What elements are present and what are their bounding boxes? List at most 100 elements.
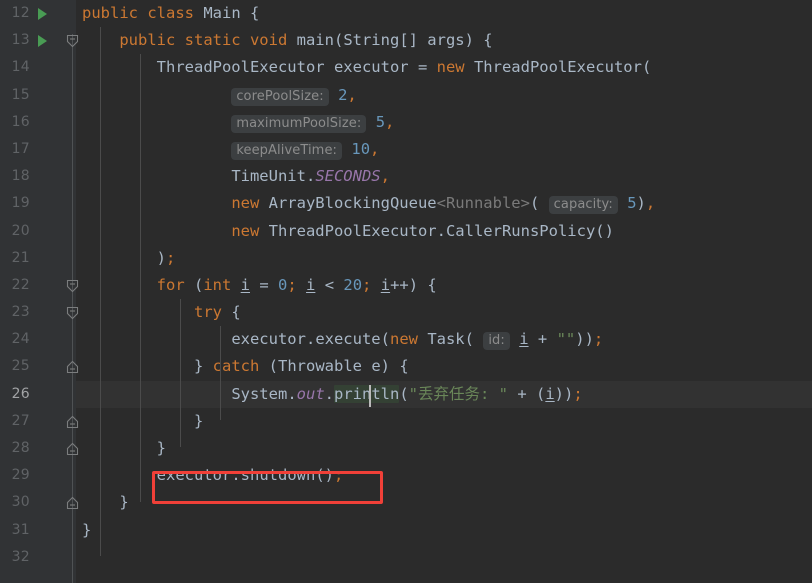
- code-line-text: corePoolSize: 2,: [82, 82, 357, 110]
- line-number: 18: [11, 168, 30, 185]
- gutter-row[interactable]: 14: [0, 54, 76, 81]
- code-line[interactable]: executor.shutdown();: [76, 462, 812, 489]
- code-line[interactable]: [76, 544, 812, 571]
- fold-start-icon[interactable]: [66, 279, 79, 293]
- line-number: 32: [11, 548, 30, 565]
- code-line-text: new ThreadPoolExecutor.CallerRunsPolicy(…: [231, 221, 614, 240]
- code-line[interactable]: public class Main {: [76, 0, 812, 27]
- code-line[interactable]: }: [76, 408, 812, 435]
- fold-end-icon[interactable]: [66, 415, 79, 429]
- indent-guide: [220, 326, 221, 420]
- code-editor[interactable]: 12 13 14 15 16 17 18 19 20 21 22 23 24 2…: [0, 0, 812, 583]
- indent-guide: [180, 299, 181, 447]
- code-line-text: keepAliveTime: 10,: [82, 136, 379, 164]
- code-line[interactable]: }: [76, 489, 812, 516]
- gutter-row-current[interactable]: 26: [0, 381, 76, 408]
- code-line[interactable]: corePoolSize: 2,: [76, 82, 812, 109]
- line-number: 27: [11, 412, 30, 429]
- gutter-row[interactable]: 17: [0, 136, 76, 163]
- fold-end-icon[interactable]: [66, 496, 79, 510]
- line-number: 20: [11, 222, 30, 239]
- gutter-row[interactable]: 27: [0, 408, 79, 435]
- code-line-text: );: [82, 248, 176, 267]
- inlay-hint[interactable]: keepAliveTime:: [231, 141, 343, 160]
- gutter-row[interactable]: 30: [0, 489, 79, 516]
- code-line[interactable]: } catch (Throwable e) {: [76, 353, 812, 380]
- gutter-row[interactable]: 29: [0, 462, 76, 489]
- code-line[interactable]: try {: [76, 299, 812, 326]
- gutter-row[interactable]: 32: [0, 544, 76, 571]
- code-line-text: }: [82, 493, 129, 512]
- gutter-row[interactable]: 16: [0, 109, 76, 136]
- line-number: 24: [11, 331, 30, 348]
- code-line[interactable]: maximumPoolSize: 5,: [76, 109, 812, 136]
- gutter-row[interactable]: 21: [0, 245, 76, 272]
- code-line-text: new ArrayBlockingQueue<Runnable>( capaci…: [231, 194, 656, 215]
- indent-guide: [100, 27, 101, 556]
- fold-end-icon[interactable]: [66, 442, 79, 456]
- fold-rail: [72, 296, 73, 516]
- code-line[interactable]: ThreadPoolExecutor executor = new Thread…: [76, 54, 812, 81]
- gutter-row[interactable]: 13: [0, 27, 79, 54]
- run-gutter-icon[interactable]: [38, 8, 47, 20]
- line-number: 17: [11, 140, 30, 157]
- code-line-current[interactable]: System.out.println("丢弃任务: " + (i));: [76, 380, 812, 408]
- code-line[interactable]: executor.execute(new Task( id: i + ""));: [76, 326, 812, 353]
- gutter-row[interactable]: 24: [0, 326, 76, 353]
- code-line[interactable]: TimeUnit.SECONDS,: [76, 163, 812, 190]
- line-number: 19: [11, 195, 30, 212]
- line-number: 15: [11, 86, 30, 103]
- gutter-row[interactable]: 28: [0, 435, 79, 462]
- inlay-hint[interactable]: id:: [483, 332, 510, 351]
- fold-rail: [72, 516, 73, 583]
- code-line-text: ThreadPoolExecutor executor = new Thread…: [156, 58, 652, 77]
- code-line[interactable]: }: [76, 517, 812, 544]
- code-line-text: public class Main {: [82, 4, 260, 22]
- code-line-text: maximumPoolSize: 5,: [82, 109, 394, 137]
- caret-identifier-highlight: println: [334, 384, 400, 403]
- fold-start-icon[interactable]: [66, 306, 79, 320]
- gutter-row[interactable]: 22: [0, 272, 79, 299]
- code-line-text: System.out.println("丢弃任务: " + (i));: [231, 384, 583, 403]
- fold-start-icon[interactable]: [66, 34, 79, 48]
- gutter-row[interactable]: 31: [0, 517, 76, 544]
- indent-guide: [140, 54, 141, 502]
- line-number: 30: [11, 494, 30, 511]
- gutter-row[interactable]: 19: [0, 190, 76, 217]
- inlay-hint[interactable]: corePoolSize:: [231, 87, 329, 106]
- line-number: 22: [11, 276, 30, 293]
- code-line-text: TimeUnit.SECONDS,: [231, 167, 390, 186]
- code-line-text: try {: [193, 303, 241, 322]
- gutter-row[interactable]: 25: [0, 353, 79, 380]
- code-line[interactable]: public static void main(String[] args) {: [76, 27, 812, 54]
- inlay-hint[interactable]: capacity:: [548, 196, 618, 215]
- code-line[interactable]: new ArrayBlockingQueue<Runnable>( capaci…: [76, 190, 812, 217]
- code-line-text: } catch (Throwable e) {: [82, 357, 409, 376]
- line-number: 23: [11, 304, 30, 321]
- code-line-text: }: [82, 439, 166, 457]
- code-line[interactable]: new ThreadPoolExecutor.CallerRunsPolicy(…: [76, 218, 812, 245]
- code-line[interactable]: keepAliveTime: 10,: [76, 136, 812, 163]
- code-line-text: for (int i = 0; i < 20; i++) {: [156, 275, 437, 294]
- code-line-text: public static void main(String[] args) {: [119, 31, 493, 50]
- code-line-text: executor.execute(new Task( id: i + ""));: [231, 330, 604, 351]
- fold-end-icon[interactable]: [66, 360, 79, 374]
- code-area[interactable]: public class Main { public static void m…: [76, 0, 812, 583]
- code-line[interactable]: );: [76, 245, 812, 272]
- gutter-rows: 12 13 14 15 16 17 18 19 20 21 22 23 24 2…: [0, 0, 79, 571]
- fold-rail: [72, 34, 73, 296]
- line-number: 31: [11, 521, 30, 538]
- gutter-row[interactable]: 23: [0, 299, 79, 326]
- run-gutter-icon[interactable]: [38, 35, 47, 48]
- code-line[interactable]: for (int i = 0; i < 20; i++) {: [76, 272, 812, 299]
- code-line[interactable]: }: [76, 435, 812, 462]
- inlay-hint[interactable]: maximumPoolSize:: [231, 114, 367, 133]
- text-caret: [369, 385, 371, 407]
- gutter-row[interactable]: 12: [0, 0, 76, 27]
- gutter-row[interactable]: 20: [0, 218, 76, 245]
- gutter-row[interactable]: 18: [0, 163, 76, 190]
- editor-gutter[interactable]: 12 13 14 15 16 17 18 19 20 21 22 23 24 2…: [0, 0, 79, 583]
- code-line-text: executor.shutdown();: [156, 466, 344, 485]
- gutter-row[interactable]: 15: [0, 82, 76, 109]
- line-number: 28: [11, 440, 30, 456]
